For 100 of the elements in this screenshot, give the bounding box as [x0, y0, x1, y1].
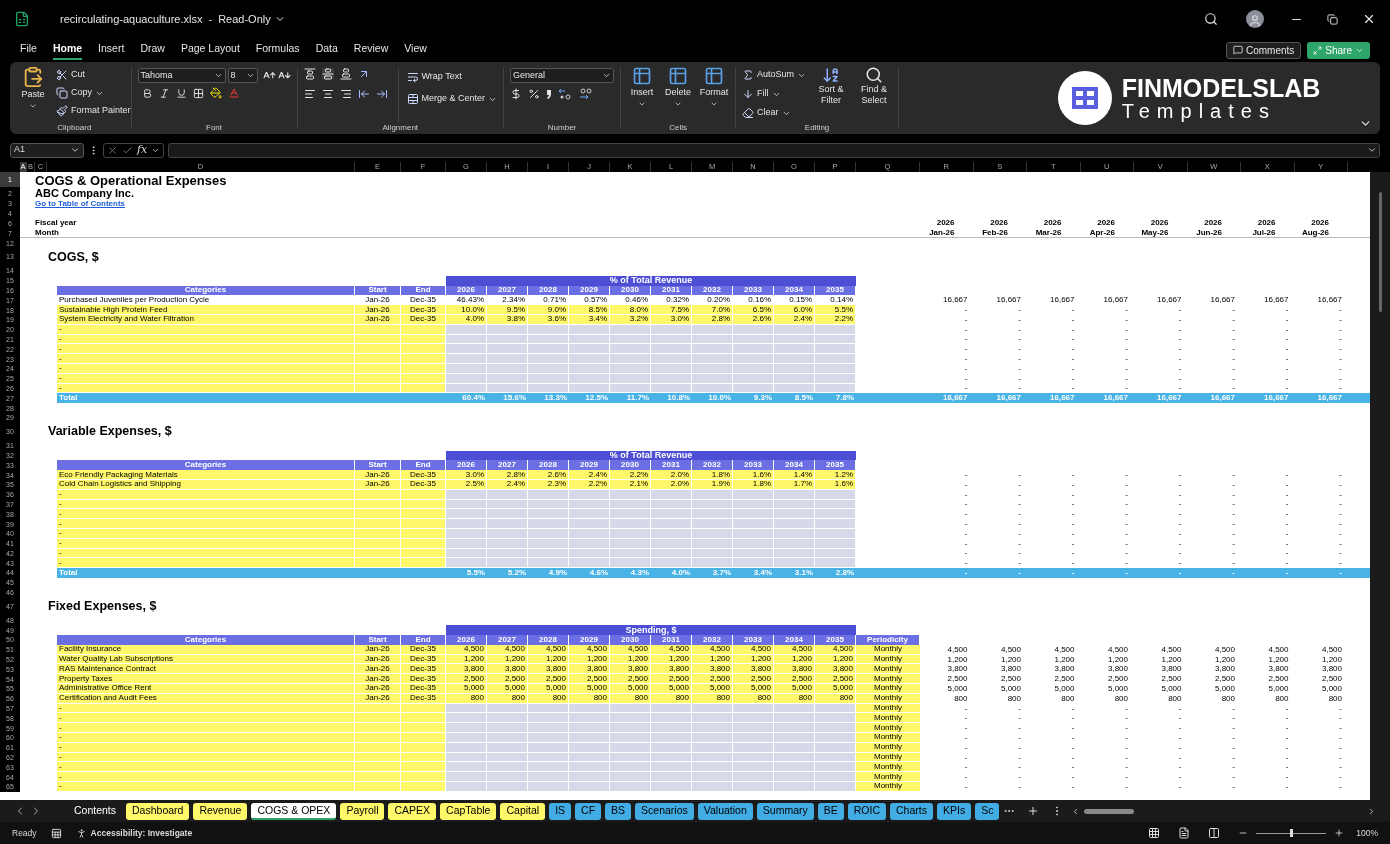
align-left-icon[interactable] [303, 88, 316, 100]
cut-button[interactable]: Cut [56, 66, 131, 84]
menu-tab[interactable]: Draw [140, 40, 165, 60]
add-sheet-icon[interactable] [1027, 805, 1040, 817]
font-size-field[interactable]: 8 [227, 68, 258, 83]
sheet-tab[interactable]: COGS & OPEX [251, 802, 337, 820]
ribbon-group-label: Alignment [381, 122, 420, 134]
zoom-thumb[interactable] [1289, 829, 1293, 837]
paste-button[interactable]: Paste [18, 66, 48, 122]
insert-function-button[interactable]: fx [137, 141, 148, 159]
page-layout-icon[interactable] [1178, 827, 1191, 839]
menu-tab[interactable]: Page Layout [180, 40, 240, 60]
clear-button[interactable]: Clear [742, 104, 807, 122]
table-cell-text: 4.9% [547, 568, 568, 578]
fill-button[interactable]: Fill [742, 85, 807, 103]
percent-icon[interactable] [528, 88, 541, 100]
increase-indent-icon[interactable] [375, 88, 388, 100]
fill-color-icon[interactable] [209, 87, 222, 99]
menu-tab[interactable]: Insert [98, 40, 125, 60]
sheet-tab[interactable]: BS [605, 802, 632, 820]
caret-icon [245, 71, 255, 80]
enter-icon[interactable] [122, 144, 133, 156]
sheet-icon[interactable] [50, 827, 62, 839]
zoom-in-icon[interactable] [1334, 828, 1345, 838]
period-cell-text: Jun-26 [1195, 228, 1223, 238]
sheet-tab[interactable]: CF [575, 802, 602, 820]
table-cell-text: - [1177, 305, 1183, 315]
name-box[interactable]: A1 [10, 142, 84, 158]
close-icon[interactable] [1362, 12, 1376, 26]
sheet-tab[interactable]: Revenue [193, 802, 248, 820]
zoom-slider[interactable] [1256, 829, 1327, 837]
page-break-icon[interactable] [1208, 827, 1221, 839]
find-select-button[interactable]: Find & Select [856, 66, 893, 122]
sort-filter-button[interactable]: Sort & Filter [814, 66, 849, 122]
cells-button[interactable]: Insert [627, 66, 658, 122]
wrap-text-button[interactable]: Wrap Text [406, 68, 498, 86]
read-only-menu[interactable]: Read-Only [218, 10, 286, 28]
number-format-field[interactable]: General [510, 68, 615, 83]
decrease-indent-icon[interactable] [357, 88, 370, 100]
scrollbar-thumb[interactable] [1084, 808, 1135, 814]
restore-icon[interactable] [1327, 13, 1338, 25]
sheet-tab[interactable]: Scenarios [635, 802, 694, 820]
menu-tab[interactable]: Home [52, 40, 83, 60]
bold-icon[interactable] [141, 87, 153, 99]
table-of-contents-link[interactable]: Go to Table of Contents [35, 199, 126, 208]
sheet-tab[interactable]: Charts [890, 802, 933, 820]
menu-tab[interactable]: Formulas [255, 40, 300, 60]
comma-style-icon[interactable] [546, 89, 553, 99]
sheet-tab[interactable]: Sc [975, 802, 1000, 820]
cancel-icon[interactable] [107, 144, 118, 156]
comments-button[interactable]: Comments [1225, 41, 1302, 59]
sheet-tab[interactable]: Dashboard [126, 802, 190, 820]
increase-decimal-icon[interactable] [578, 88, 593, 100]
avatar[interactable] [1246, 10, 1264, 28]
autosum-button[interactable]: AutoSum [742, 66, 807, 84]
sheet-tab[interactable]: IS [549, 802, 572, 820]
italic-icon[interactable] [158, 87, 170, 99]
formula-input[interactable] [168, 142, 1380, 158]
search-icon[interactable] [1204, 12, 1218, 26]
format-painter-button[interactable]: Format Painter [56, 102, 131, 120]
underline-icon[interactable] [175, 87, 187, 99]
align-right-icon[interactable] [339, 88, 352, 100]
borders-icon[interactable] [192, 87, 204, 99]
merge-center-button[interactable]: Merge & Center [406, 90, 498, 108]
cells-button[interactable]: Delete [663, 66, 694, 122]
align-top-icon[interactable] [303, 68, 316, 80]
sheet-tab[interactable]: Capital [500, 802, 546, 820]
font-color-icon[interactable] [227, 87, 240, 99]
sheet-tab[interactable]: ROIC [847, 802, 886, 820]
table-cell-text: - [1070, 344, 1076, 355]
menu-tab[interactable]: Data [315, 40, 338, 60]
accessibility-status[interactable]: Accessibility: Investigate [90, 826, 193, 840]
font-name-field[interactable]: Tahoma [137, 68, 226, 83]
sheet-tab[interactable]: Contents [68, 802, 123, 820]
copy-button[interactable]: Copy [56, 84, 131, 102]
menu-tab[interactable]: File [20, 40, 37, 60]
sheet-tab[interactable]: Payroll [340, 802, 385, 820]
accessibility-icon[interactable] [75, 827, 87, 839]
spreadsheet-app-icon [14, 11, 30, 27]
sheet-tab[interactable]: CapTable [440, 802, 497, 820]
sheet-tab[interactable]: Summary [756, 802, 814, 820]
cells-button[interactable]: Format [699, 66, 730, 122]
scroll-right-icon[interactable] [1367, 806, 1376, 816]
sheet-tab[interactable]: Valuation [697, 802, 753, 820]
scrollbar-thumb[interactable] [1378, 192, 1382, 312]
sheet-tab[interactable]: BE [817, 802, 844, 820]
table-cell: 3.8% [487, 314, 528, 325]
vertical-scrollbar[interactable] [1370, 172, 1390, 800]
align-bottom-icon[interactable] [339, 68, 352, 80]
sheet-tab[interactable]: CAPEX [388, 802, 437, 820]
sheet-tab[interactable]: KPIs [936, 802, 972, 820]
align-middle-icon[interactable] [321, 68, 334, 80]
table-cell-text: - [1017, 305, 1022, 315]
normal-view-icon[interactable] [1148, 827, 1161, 839]
menu-tab[interactable]: View [404, 40, 427, 60]
menu-tab[interactable]: Review [353, 40, 389, 60]
table-cell: 2.6% [733, 314, 774, 325]
align-center-icon[interactable] [321, 88, 334, 100]
currency-icon[interactable] [510, 88, 523, 100]
decrease-decimal-icon[interactable] [558, 88, 573, 100]
